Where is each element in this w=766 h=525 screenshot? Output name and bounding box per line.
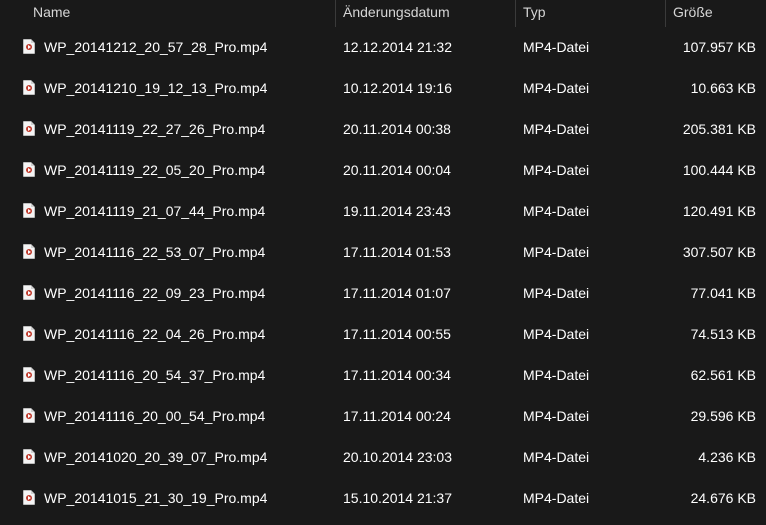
sort-indicator-icon: ⌃ — [595, 0, 603, 5]
play-icon — [28, 45, 31, 49]
play-icon — [28, 168, 31, 172]
file-size: 77.041 KB — [690, 285, 756, 301]
column-header-name[interactable]: Name — [33, 0, 70, 27]
video-file-icon — [23, 80, 35, 95]
file-date: 17.11.2014 00:34 — [343, 367, 451, 383]
file-type: MP4-Datei — [523, 203, 590, 219]
file-row[interactable]: WP_20141119_21_07_44_Pro.mp4 19.11.2014 2… — [0, 191, 766, 232]
play-icon — [28, 373, 31, 377]
file-explorer-details-view: Name Änderungsdatum Typ ⌃ Größe WP_20141… — [0, 0, 766, 525]
video-file-icon — [23, 408, 35, 423]
play-icon — [28, 455, 31, 459]
video-file-icon — [23, 121, 35, 136]
play-icon — [28, 127, 31, 131]
file-size: 62.561 KB — [690, 367, 756, 383]
file-row[interactable]: WP_20141212_20_57_28_Pro.mp4 12.12.2014 2… — [0, 27, 766, 68]
file-size: 74.513 KB — [690, 326, 756, 342]
column-separator[interactable] — [335, 0, 336, 27]
file-row[interactable]: WP_20141015_21_30_19_Pro.mp4 15.10.2014 2… — [0, 478, 766, 519]
column-header-size[interactable]: Größe — [673, 0, 713, 27]
file-row[interactable]: WP_20141119_22_05_20_Pro.mp4 20.11.2014 0… — [0, 150, 766, 191]
column-separator[interactable] — [515, 0, 516, 27]
play-icon — [28, 414, 31, 418]
column-separator[interactable] — [665, 0, 666, 27]
play-icon — [28, 496, 31, 500]
file-name: WP_20141116_22_53_07_Pro.mp4 — [44, 244, 266, 260]
file-name: WP_20141212_20_57_28_Pro.mp4 — [44, 39, 268, 55]
file-size: 120.491 KB — [682, 203, 756, 219]
file-row[interactable]: WP_20141119_22_27_26_Pro.mp4 20.11.2014 0… — [0, 109, 766, 150]
column-header-date[interactable]: Änderungsdatum — [343, 0, 450, 27]
file-row[interactable]: WP_20141116_22_53_07_Pro.mp4 17.11.2014 0… — [0, 232, 766, 273]
file-type: MP4-Datei — [523, 80, 590, 96]
video-file-icon — [23, 39, 35, 54]
video-file-icon — [23, 285, 35, 300]
video-file-icon — [23, 490, 35, 505]
file-list: WP_20141212_20_57_28_Pro.mp4 12.12.2014 2… — [0, 27, 766, 519]
column-header-bar: Name Änderungsdatum Typ ⌃ Größe — [0, 0, 766, 27]
video-file-icon — [23, 449, 35, 464]
file-row[interactable]: WP_20141116_22_09_23_Pro.mp4 17.11.2014 0… — [0, 273, 766, 314]
file-type: MP4-Datei — [523, 162, 590, 178]
file-type: MP4-Datei — [523, 285, 590, 301]
play-icon — [28, 291, 31, 295]
file-size: 29.596 KB — [690, 408, 756, 424]
file-type: MP4-Datei — [523, 490, 590, 506]
play-icon — [28, 86, 31, 90]
file-size: 24.676 KB — [690, 490, 756, 506]
file-row[interactable]: WP_20141116_22_04_26_Pro.mp4 17.11.2014 0… — [0, 314, 766, 355]
column-header-type[interactable]: Typ — [523, 0, 546, 27]
play-icon — [28, 332, 31, 336]
play-icon — [28, 209, 31, 213]
file-name: WP_20141116_20_54_37_Pro.mp4 — [44, 367, 266, 383]
file-name: WP_20141119_22_27_26_Pro.mp4 — [44, 121, 266, 137]
file-row[interactable]: WP_20141116_20_54_37_Pro.mp4 17.11.2014 0… — [0, 355, 766, 396]
file-name: WP_20141116_22_04_26_Pro.mp4 — [44, 326, 266, 342]
file-date: 19.11.2014 23:43 — [343, 203, 451, 219]
file-name: WP_20141020_20_39_07_Pro.mp4 — [44, 449, 268, 465]
video-file-icon — [23, 203, 35, 218]
play-icon — [28, 250, 31, 254]
video-file-icon — [23, 367, 35, 382]
file-size: 205.381 KB — [682, 121, 756, 137]
file-date: 20.10.2014 23:03 — [343, 449, 452, 465]
file-date: 17.11.2014 00:24 — [343, 408, 451, 424]
file-type: MP4-Datei — [523, 244, 590, 260]
file-name: WP_20141116_22_09_23_Pro.mp4 — [44, 285, 266, 301]
file-type: MP4-Datei — [523, 39, 590, 55]
file-row[interactable]: WP_20141116_20_00_54_Pro.mp4 17.11.2014 0… — [0, 396, 766, 437]
file-date: 15.10.2014 21:37 — [343, 490, 452, 506]
video-file-icon — [23, 326, 35, 341]
file-date: 17.11.2014 01:53 — [343, 244, 451, 260]
file-date: 17.11.2014 01:07 — [343, 285, 451, 301]
file-date: 20.11.2014 00:04 — [343, 162, 451, 178]
video-file-icon — [23, 244, 35, 259]
file-date: 20.11.2014 00:38 — [343, 121, 451, 137]
file-name: WP_20141015_21_30_19_Pro.mp4 — [44, 490, 268, 506]
file-type: MP4-Datei — [523, 121, 590, 137]
file-size: 307.507 KB — [682, 244, 756, 260]
file-size: 10.663 KB — [690, 80, 756, 96]
file-date: 10.12.2014 19:16 — [343, 80, 452, 96]
file-type: MP4-Datei — [523, 326, 590, 342]
file-size: 107.957 KB — [682, 39, 756, 55]
file-date: 12.12.2014 21:32 — [343, 39, 452, 55]
file-type: MP4-Datei — [523, 449, 590, 465]
file-name: WP_20141116_20_00_54_Pro.mp4 — [44, 408, 266, 424]
file-size: 4.236 KB — [698, 449, 756, 465]
file-row[interactable]: WP_20141210_19_12_13_Pro.mp4 10.12.2014 1… — [0, 68, 766, 109]
video-file-icon — [23, 162, 35, 177]
file-name: WP_20141210_19_12_13_Pro.mp4 — [44, 80, 268, 96]
file-size: 100.444 KB — [682, 162, 756, 178]
file-date: 17.11.2014 00:55 — [343, 326, 451, 342]
file-type: MP4-Datei — [523, 367, 590, 383]
file-name: WP_20141119_21_07_44_Pro.mp4 — [44, 203, 266, 219]
file-row[interactable]: WP_20141020_20_39_07_Pro.mp4 20.10.2014 2… — [0, 437, 766, 478]
file-type: MP4-Datei — [523, 408, 590, 424]
file-name: WP_20141119_22_05_20_Pro.mp4 — [44, 162, 266, 178]
